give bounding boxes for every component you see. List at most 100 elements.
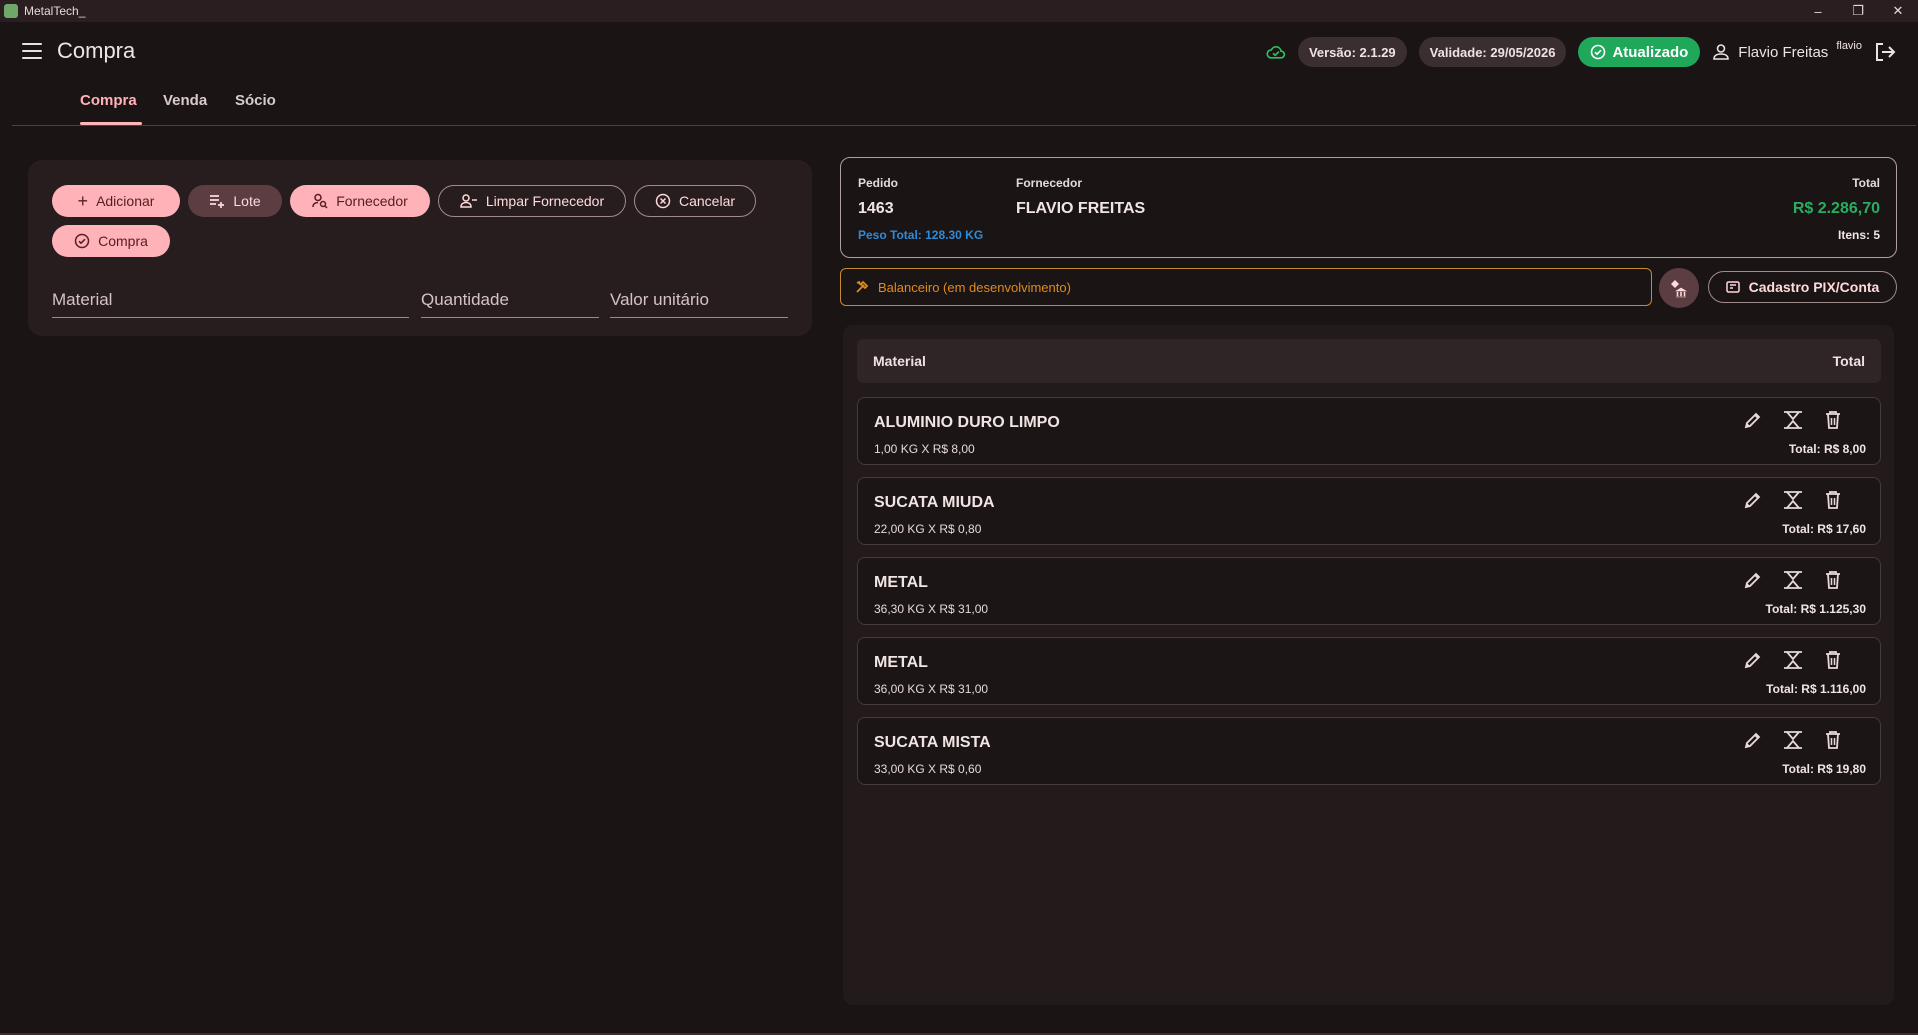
order-number-label: Pedido (858, 176, 899, 190)
clear-supplier-label: Limpar Fornecedor (485, 193, 605, 209)
scale-icon[interactable] (1782, 489, 1804, 511)
scale-icon[interactable] (1782, 649, 1804, 671)
supplier-label: Fornecedor (1016, 176, 1083, 190)
tab-venda[interactable]: Venda (163, 92, 207, 109)
item-total: Total: R$ 1.116,00 (1766, 682, 1866, 696)
tab-compra[interactable]: Compra (80, 92, 137, 109)
list-item: SUCATA MIUDA 22,00 KG X R$ 0,80 Total: R$ … (857, 477, 1881, 545)
clear-supplier-button[interactable]: Limpar Fornecedor (438, 185, 626, 217)
item-actions (1742, 649, 1844, 671)
window-title: MetalTech_ (24, 4, 86, 18)
balanceiro-label: Balanceiro (em desenvolvimento) (878, 279, 1071, 295)
app-logo-icon (4, 4, 18, 18)
fornecedor-button[interactable]: Fornecedor (290, 185, 430, 217)
item-total: Total: R$ 17,60 (1782, 522, 1866, 536)
item-material-name: METAL (874, 654, 928, 671)
material-field[interactable]: Material (52, 284, 409, 318)
playlist-add-icon (210, 195, 225, 208)
item-material-name: METAL (874, 574, 928, 591)
lote-button[interactable]: Lote (188, 185, 282, 217)
compra-button-label: Compra (98, 233, 148, 249)
add-button-label: Adicionar (96, 193, 155, 209)
cloud-sync-icon (1266, 46, 1286, 59)
scale-icon[interactable] (1782, 409, 1804, 431)
account-card-icon (1725, 281, 1740, 293)
item-quantity-price: 36,00 KG X R$ 31,00 (874, 682, 989, 696)
user-login: flavio (1836, 40, 1862, 52)
quantity-field[interactable]: Quantidade (421, 284, 599, 318)
item-total: Total: R$ 19,80 (1782, 762, 1866, 776)
order-summary-card: Pedido 1463 Fornecedor FLAVIO FREITAS Pe… (840, 157, 1897, 258)
item-actions (1742, 569, 1844, 591)
delete-icon[interactable] (1822, 729, 1844, 751)
delete-icon[interactable] (1822, 649, 1844, 671)
supplier-name: FLAVIO FREITAS (1016, 200, 1146, 217)
version-badge: Versão: 2.1.29 (1297, 37, 1407, 67)
unit-price-field[interactable]: Valor unitário (610, 284, 788, 318)
construction-icon (856, 280, 869, 293)
app-header: Compra Versão: 2.1.29 Validade: 29/05/20… (0, 22, 1918, 82)
main-tabs: Compra Venda Sócio (12, 82, 1916, 126)
window-titlebar: MetalTech_ – ❐ ✕ (0, 0, 1918, 22)
list-item: ALUMINIO DURO LIMPO 1,00 KG X R$ 8,00 Tota… (857, 397, 1881, 465)
header-status-area: Versão: 2.1.29 Validade: 29/05/2026 Atua… (1266, 37, 1896, 67)
active-tab-indicator (80, 122, 142, 125)
add-button[interactable]: + Adicionar (52, 185, 180, 217)
item-material-name: SUCATA MIUDA (874, 494, 995, 511)
item-material-name: SUCATA MISTA (874, 734, 991, 751)
bank-button[interactable] (1659, 268, 1699, 308)
edit-icon[interactable] (1742, 569, 1764, 591)
cancel-circle-icon (655, 193, 671, 209)
tab-socio[interactable]: Sócio (235, 92, 276, 109)
bank-icon (1671, 280, 1688, 298)
scale-icon[interactable] (1782, 569, 1804, 591)
edit-icon[interactable] (1742, 649, 1764, 671)
order-total: R$ 2.286,70 (1792, 200, 1880, 217)
balanceiro-notice: Balanceiro (em desenvolvimento) (840, 268, 1652, 306)
status-badge: Atualizado (1578, 37, 1701, 67)
validity-badge: Validade: 29/05/2026 (1418, 37, 1567, 67)
column-material: Material (873, 353, 926, 369)
delete-icon[interactable] (1822, 489, 1844, 511)
item-total: Total: R$ 1.125,30 (1765, 602, 1867, 616)
delete-icon[interactable] (1822, 409, 1844, 431)
edit-icon[interactable] (1742, 489, 1764, 511)
item-quantity-price: 22,00 KG X R$ 0,80 (874, 522, 982, 536)
user-info: Flavio Freitas flavio (1712, 40, 1862, 61)
restore-button[interactable]: ❐ (1838, 0, 1878, 22)
delete-icon[interactable] (1822, 569, 1844, 591)
order-total-label: Total (1852, 176, 1880, 190)
item-total: Total: R$ 8,00 (1788, 442, 1866, 456)
supplier-search-icon (312, 193, 328, 209)
item-actions (1742, 489, 1844, 511)
column-total: Total (1832, 353, 1865, 369)
items-list-panel: Material Total ALUMINIO DURO LIMPO 1,00 K… (843, 325, 1894, 1005)
edit-icon[interactable] (1742, 409, 1764, 431)
pix-account-label: Cadastro PIX/Conta (1748, 279, 1880, 295)
item-material-name: ALUMINIO DURO LIMPO (874, 414, 1060, 431)
lote-button-label: Lote (233, 193, 261, 209)
item-quantity-price: 36,30 KG X R$ 31,00 (874, 602, 989, 616)
cancel-button-label: Cancelar (678, 193, 736, 209)
list-header: Material Total (857, 339, 1881, 383)
item-quantity-price: 1,00 KG X R$ 8,00 (874, 442, 975, 456)
cancel-button[interactable]: Cancelar (634, 185, 756, 217)
entry-panel: + Adicionar Lote Fornecedor Limpar Forne… (28, 160, 812, 336)
item-actions (1742, 409, 1844, 431)
edit-icon[interactable] (1742, 729, 1764, 751)
minimize-button[interactable]: – (1798, 0, 1838, 22)
item-quantity-price: 33,00 KG X R$ 0,60 (874, 762, 982, 776)
compra-button[interactable]: Compra (52, 225, 170, 257)
plus-icon: + (77, 191, 89, 211)
item-actions (1742, 729, 1844, 751)
fornecedor-button-label: Fornecedor (336, 193, 408, 209)
list-item: METAL 36,00 KG X R$ 31,00 Total: R$ 1.116,… (857, 637, 1881, 705)
scale-icon[interactable] (1782, 729, 1804, 751)
close-window-button[interactable]: ✕ (1878, 0, 1918, 22)
pix-account-button[interactable]: Cadastro PIX/Conta (1708, 271, 1897, 303)
list-item: METAL 36,30 KG X R$ 31,00 Total: R$ 1.125,… (857, 557, 1881, 625)
hamburger-menu-icon[interactable] (22, 43, 42, 59)
total-weight: Peso Total: 128.30 KG (858, 228, 984, 242)
logout-icon[interactable] (1874, 42, 1896, 62)
order-number: 1463 (858, 200, 894, 217)
